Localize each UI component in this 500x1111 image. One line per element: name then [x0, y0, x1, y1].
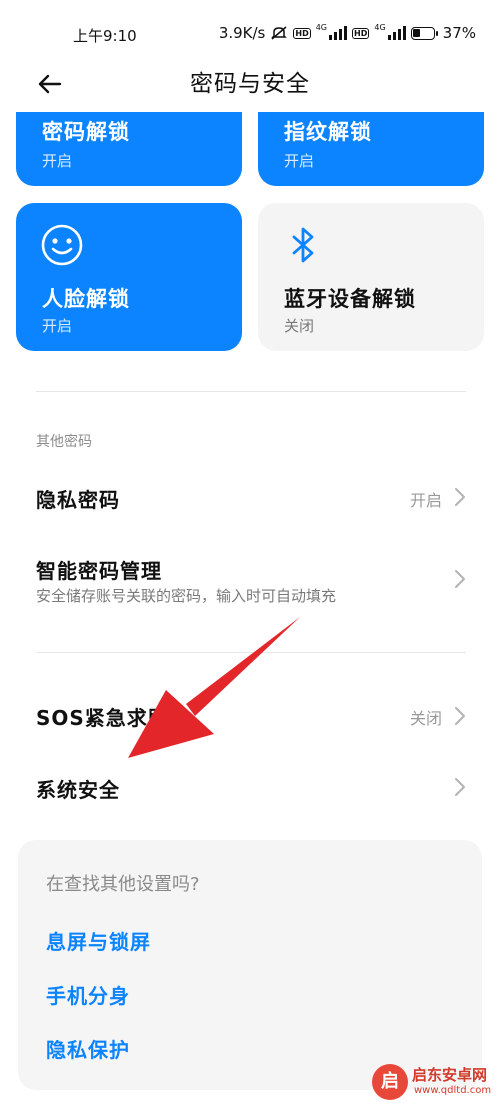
chevron-right-icon	[455, 778, 465, 796]
chevron-right-icon	[455, 707, 465, 725]
status-time: 上午9:10	[73, 27, 137, 45]
tile-password-unlock[interactable]: 密码解锁 开启	[16, 112, 242, 186]
section-label-other-passwords: 其他密码	[36, 434, 92, 450]
divider	[36, 652, 466, 653]
watermark-text: 启东安卓网	[412, 1066, 488, 1084]
tile-status: 开启	[42, 317, 73, 335]
row-value: 关闭	[409, 709, 442, 728]
suggestions-card: 在查找其他设置吗? 息屏与锁屏 手机分身 隐私保护	[18, 840, 482, 1090]
row-subtitle: 安全储存账号关联的密码，输入时可自动填充	[36, 587, 337, 605]
tile-status: 开启	[42, 152, 73, 170]
row-title: SOS紧急求助	[36, 706, 169, 730]
tile-title: 指纹解锁	[284, 120, 372, 144]
list-item-smart-password[interactable]: 智能密码管理 安全储存账号关联的密码，输入时可自动填充	[0, 540, 500, 620]
tile-title: 人脸解锁	[42, 287, 130, 311]
link-dual-apps[interactable]: 手机分身	[46, 980, 130, 1009]
chevron-right-icon	[455, 488, 465, 506]
tile-title: 密码解锁	[42, 120, 130, 144]
watermark-logo: 启 启东安卓网 www.qdltd.com	[370, 1058, 500, 1108]
suggestions-title: 在查找其他设置吗?	[46, 874, 200, 895]
tile-face-unlock[interactable]: 人脸解锁 开启	[16, 203, 242, 351]
tiles-top-row: 密码解锁 开启 指纹解锁 开启	[0, 112, 500, 192]
signal-icon-2	[387, 26, 406, 40]
bluetooth-icon	[292, 227, 314, 263]
tile-fingerprint-unlock[interactable]: 指纹解锁 开启	[258, 112, 484, 186]
list-item-sos[interactable]: SOS紧急求助 关闭	[0, 684, 500, 748]
chevron-right-icon	[455, 570, 465, 588]
row-title: 智能密码管理	[36, 559, 162, 583]
status-icons: 3.9K/s HD 4G HD 4G 37%	[218, 23, 476, 43]
row-title: 隐私密码	[36, 488, 120, 512]
battery-icon	[410, 26, 438, 40]
status-bar: 上午9:10 3.9K/s HD 4G HD 4G 37%	[0, 0, 500, 66]
page-title: 密码与安全	[190, 71, 310, 97]
mute-bell-icon	[270, 25, 288, 41]
signal-icon	[329, 26, 348, 40]
list-item-system-security[interactable]: 系统安全	[0, 756, 500, 818]
network-type: 4G	[315, 23, 328, 32]
watermark-badge-icon: 启	[372, 1064, 408, 1100]
network-type-2: 4G	[374, 23, 386, 32]
link-privacy-protection[interactable]: 隐私保护	[46, 1034, 130, 1063]
list-item-privacy-password[interactable]: 隐私密码 开启	[0, 466, 500, 528]
smiley-face-icon	[41, 224, 83, 266]
row-value: 开启	[409, 491, 442, 510]
battery-percent: 37%	[442, 24, 476, 42]
network-speed: 3.9K/s	[218, 24, 266, 42]
link-screen-lock[interactable]: 息屏与锁屏	[46, 926, 151, 955]
hd-icon: HD	[293, 27, 311, 39]
tile-status: 开启	[284, 152, 315, 170]
watermark-url: www.qdltd.com	[414, 1085, 492, 1096]
tile-status: 关闭	[284, 317, 315, 335]
tile-bluetooth-unlock[interactable]: 蓝牙设备解锁 关闭	[258, 203, 484, 351]
tile-title: 蓝牙设备解锁	[284, 287, 416, 311]
row-title: 系统安全	[36, 778, 120, 802]
divider	[36, 391, 466, 392]
hd-icon-2: HD	[352, 27, 370, 39]
